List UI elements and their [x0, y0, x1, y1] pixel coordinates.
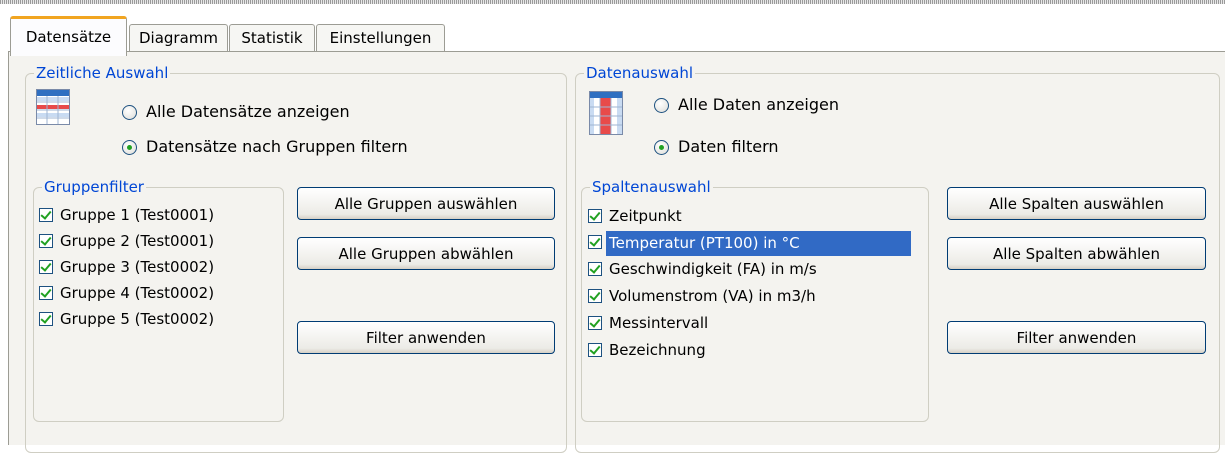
column-volumenstrom-label[interactable]: Volumenstrom (VA) in m3/h [606, 286, 819, 306]
radio-filter-data-label[interactable]: Daten filtern [678, 137, 779, 157]
select-all-groups-button[interactable]: Alle Gruppen auswählen [297, 187, 555, 220]
column-messintervall-label[interactable]: Messintervall [606, 313, 711, 333]
group-1-checkbox[interactable] [39, 208, 53, 222]
table-columns-icon [589, 91, 623, 135]
column-volumenstrom-checkbox[interactable] [588, 289, 602, 303]
column-temperatur-checkbox[interactable] [588, 235, 602, 249]
column-bezeichnung-label[interactable]: Bezeichnung [606, 340, 709, 360]
group-3-checkbox[interactable] [39, 260, 53, 274]
radio-all-records[interactable] [122, 105, 137, 120]
radio-all-data-label[interactable]: Alle Daten anzeigen [678, 95, 839, 115]
group-2-label[interactable]: Gruppe 2 (Test0001) [57, 231, 217, 251]
tab-einstellungen[interactable]: Einstellungen [316, 24, 445, 51]
tab-strip: Datensätze Diagramm Statistik Einstellun… [0, 4, 1225, 56]
radio-filter-by-group-label[interactable]: Datensätze nach Gruppen filtern [146, 137, 408, 157]
data-selection-title: Datenauswahl [584, 63, 696, 83]
tab-datensaetze[interactable]: Datensätze [10, 16, 127, 56]
column-selection-title: Spaltenauswahl [590, 177, 713, 197]
group-4-checkbox[interactable] [39, 286, 53, 300]
time-selection-group: Zeitliche Auswahl Alle Datensätze anzeig… [25, 63, 567, 453]
deselect-all-columns-button[interactable]: Alle Spalten abwählen [947, 237, 1206, 270]
column-geschwindigkeit-checkbox[interactable] [588, 262, 602, 276]
column-zeitpunkt-label[interactable]: Zeitpunkt [606, 206, 685, 226]
group-3-label[interactable]: Gruppe 3 (Test0002) [57, 257, 217, 277]
select-all-columns-button[interactable]: Alle Spalten auswählen [947, 187, 1206, 220]
group-filter-title: Gruppenfilter [42, 177, 146, 197]
group-1-label[interactable]: Gruppe 1 (Test0001) [57, 205, 217, 225]
tab-content-panel: Zeitliche Auswahl Alle Datensätze anzeig… [8, 51, 1225, 453]
column-temperatur-label[interactable]: Temperatur (PT100) in °C [606, 231, 911, 256]
column-bezeichnung-checkbox[interactable] [588, 343, 602, 357]
group-4-label[interactable]: Gruppe 4 (Test0002) [57, 283, 217, 303]
tab-statistik[interactable]: Statistik [229, 24, 315, 51]
radio-filter-by-group[interactable] [122, 140, 137, 155]
column-messintervall-checkbox[interactable] [588, 316, 602, 330]
radio-all-records-label[interactable]: Alle Datensätze anzeigen [146, 102, 350, 122]
deselect-all-groups-button[interactable]: Alle Gruppen abwählen [297, 237, 555, 270]
column-selection-group: Spaltenauswahl Zeitpunkt Temperatur (PT1… [581, 177, 929, 422]
column-geschwindigkeit-label[interactable]: Geschwindigkeit (FA) in m/s [606, 259, 820, 279]
table-rows-icon [36, 89, 70, 125]
column-zeitpunkt-checkbox[interactable] [588, 209, 602, 223]
apply-column-filter-button[interactable]: Filter anwenden [947, 321, 1206, 354]
data-selection-group: Datenauswahl Alle Daten anzeigen Daten f… [575, 63, 1220, 453]
radio-filter-data[interactable] [654, 140, 669, 155]
group-2-checkbox[interactable] [39, 234, 53, 248]
group-filter-group: Gruppenfilter Gruppe 1 (Test0001) Gruppe… [33, 177, 284, 422]
apply-group-filter-button[interactable]: Filter anwenden [297, 321, 555, 354]
group-5-label[interactable]: Gruppe 5 (Test0002) [57, 309, 217, 329]
time-selection-title: Zeitliche Auswahl [34, 63, 171, 83]
group-5-checkbox[interactable] [39, 312, 53, 326]
tab-diagramm[interactable]: Diagramm [129, 24, 228, 51]
radio-all-data[interactable] [654, 98, 669, 113]
